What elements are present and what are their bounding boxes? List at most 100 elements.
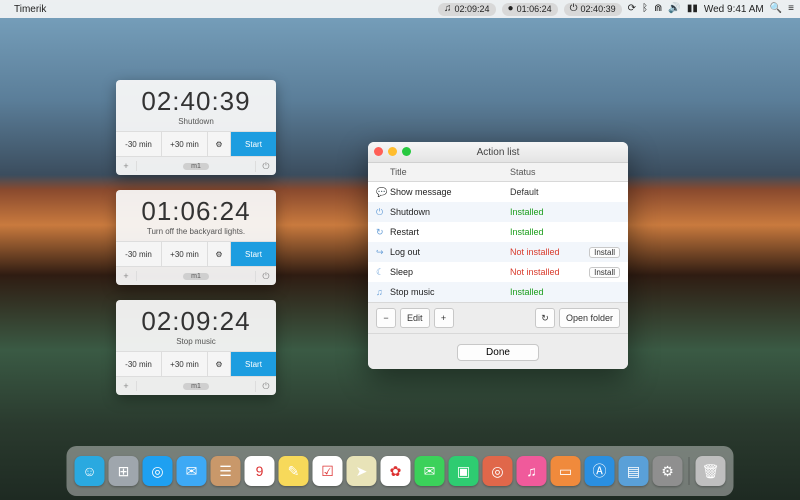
row-status: Default (510, 187, 580, 197)
gear-button[interactable]: ⚙ (208, 242, 231, 266)
sync-icon[interactable]: ⟳ (628, 4, 636, 14)
add-timer-button[interactable]: + (116, 271, 137, 281)
dock-app-facetime[interactable]: ▣ (449, 456, 479, 486)
dock-app-settings[interactable]: ⚙ (653, 456, 683, 486)
row-status: Not installed (510, 247, 580, 257)
minus-30-button[interactable]: -30 min (116, 242, 162, 266)
dock-app-contacts[interactable]: ☰ (211, 456, 241, 486)
edit-button[interactable]: Edit (400, 308, 430, 328)
timer-time: 02:40:39 (116, 80, 276, 117)
menubar-pill-music[interactable]: ♫02:09:24 (438, 3, 496, 16)
timer-chip[interactable]: m1 (183, 383, 209, 390)
dock-app-maps[interactable]: ➤ (347, 456, 377, 486)
minus-30-button[interactable]: -30 min (116, 352, 162, 376)
table-row[interactable]: ⏻ShutdownInstalled (368, 202, 628, 222)
desktop: Timerik ♫02:09:24 ●01:06:24 ⏻02:40:39 ⟳ … (0, 0, 800, 500)
done-button[interactable]: Done (457, 344, 539, 361)
add-timer-button[interactable]: + (116, 161, 137, 171)
row-icon: ⏻ (376, 207, 390, 218)
menubar: Timerik ♫02:09:24 ●01:06:24 ⏻02:40:39 ⟳ … (0, 0, 800, 18)
app-menu-title[interactable]: Timerik (14, 4, 46, 15)
dock-app-calendar[interactable]: 9 (245, 456, 275, 486)
zoom-icon[interactable] (402, 147, 411, 156)
table-row[interactable]: ↻RestartInstalled (368, 222, 628, 242)
refresh-button[interactable]: ↻ (535, 308, 555, 328)
timer-card-lights: 01:06:24 Turn off the backyard lights. -… (116, 190, 276, 285)
window-titlebar[interactable]: Action list (368, 142, 628, 163)
install-button[interactable]: Install (589, 247, 620, 258)
gear-button[interactable]: ⚙ (208, 132, 231, 156)
plus-30-button[interactable]: +30 min (162, 352, 208, 376)
dock-app-photobooth[interactable]: ◎ (483, 456, 513, 486)
dock-app-itunes[interactable]: ♫ (517, 456, 547, 486)
timer-chip[interactable]: m1 (183, 273, 209, 280)
remove-button[interactable]: − (376, 308, 396, 328)
gear-button[interactable]: ⚙ (208, 352, 231, 376)
action-list-window: Action list Title Status 💬Show messageDe… (368, 142, 628, 369)
dock-app-notes[interactable]: ✎ (279, 456, 309, 486)
row-icon: ☾ (376, 267, 390, 278)
add-timer-button[interactable]: + (116, 381, 137, 391)
plus-30-button[interactable]: +30 min (162, 242, 208, 266)
volume-icon[interactable]: 🔊 (668, 4, 680, 14)
dot-icon: ● (508, 4, 514, 14)
dock-app-mail[interactable]: ✉ (177, 456, 207, 486)
dock-app-appstore[interactable]: Ⓐ (585, 456, 615, 486)
dock-app-trash[interactable]: 🗑 (696, 456, 726, 486)
install-button[interactable]: Install (589, 267, 620, 278)
dock-app-safari[interactable]: ◎ (143, 456, 173, 486)
close-icon[interactable] (374, 147, 383, 156)
col-title[interactable]: Title (390, 167, 510, 177)
timer-time: 02:09:24 (116, 300, 276, 337)
table-row[interactable]: ♫Stop musicInstalled (368, 282, 628, 302)
gear-icon: ⚙ (215, 360, 222, 369)
minus-30-button[interactable]: -30 min (116, 132, 162, 156)
table-row[interactable]: 💬Show messageDefault (368, 182, 628, 202)
power-button[interactable]: ⏻ (255, 271, 276, 282)
row-status: Not installed (510, 267, 580, 277)
row-status: Installed (510, 287, 580, 297)
menubar-pill-timer[interactable]: ●01:06:24 (502, 3, 558, 16)
row-title: Log out (390, 247, 510, 257)
row-title: Restart (390, 227, 510, 237)
plus-30-button[interactable]: +30 min (162, 132, 208, 156)
music-icon: ♫ (444, 4, 452, 14)
dock-app-photos[interactable]: ✿ (381, 456, 411, 486)
menubar-clock[interactable]: Wed 9:41 AM (704, 4, 764, 15)
battery-icon[interactable]: ▮▮ (687, 4, 698, 14)
row-title: Shutdown (390, 207, 510, 217)
table-row[interactable]: ↪Log outNot installed Install (368, 242, 628, 262)
bluetooth-icon[interactable]: ᛒ (642, 4, 648, 14)
row-title: Sleep (390, 267, 510, 277)
list-header: Title Status (368, 163, 628, 182)
timer-chip[interactable]: m1 (183, 163, 209, 170)
row-icon: ↪ (376, 247, 390, 258)
wifi-icon[interactable]: ⋒ (654, 4, 662, 14)
action-rows: 💬Show messageDefault⏻ShutdownInstalled↻R… (368, 182, 628, 302)
dock-app-ibooks[interactable]: ▭ (551, 456, 581, 486)
power-button[interactable]: ⏻ (255, 381, 276, 392)
add-button[interactable]: + (434, 308, 454, 328)
dock-app-launchpad[interactable]: ⊞ (109, 456, 139, 486)
spotlight-icon[interactable]: 🔍 (770, 4, 782, 14)
open-folder-button[interactable]: Open folder (559, 308, 620, 328)
table-row[interactable]: ☾SleepNot installed Install (368, 262, 628, 282)
timer-label: Shutdown (116, 117, 276, 131)
dock-app-preview[interactable]: ▤ (619, 456, 649, 486)
dock-app-messages[interactable]: ✉ (415, 456, 445, 486)
start-button[interactable]: Start (231, 352, 276, 376)
row-title: Show message (390, 187, 510, 197)
minimize-icon[interactable] (388, 147, 397, 156)
gear-icon: ⚙ (215, 140, 222, 149)
start-button[interactable]: Start (231, 132, 276, 156)
power-button[interactable]: ⏻ (255, 161, 276, 172)
col-status[interactable]: Status (510, 167, 580, 177)
timer-card-shutdown: 02:40:39 Shutdown -30 min +30 min ⚙ Star… (116, 80, 276, 175)
start-button[interactable]: Start (231, 242, 276, 266)
dock-app-reminders[interactable]: ☑ (313, 456, 343, 486)
dock-app-finder[interactable]: ☺ (75, 456, 105, 486)
timer-label: Stop music (116, 337, 276, 351)
notification-center-icon[interactable]: ≡ (788, 4, 794, 14)
menubar-pill-power[interactable]: ⏻02:40:39 (564, 3, 622, 16)
window-title: Action list (477, 147, 520, 158)
